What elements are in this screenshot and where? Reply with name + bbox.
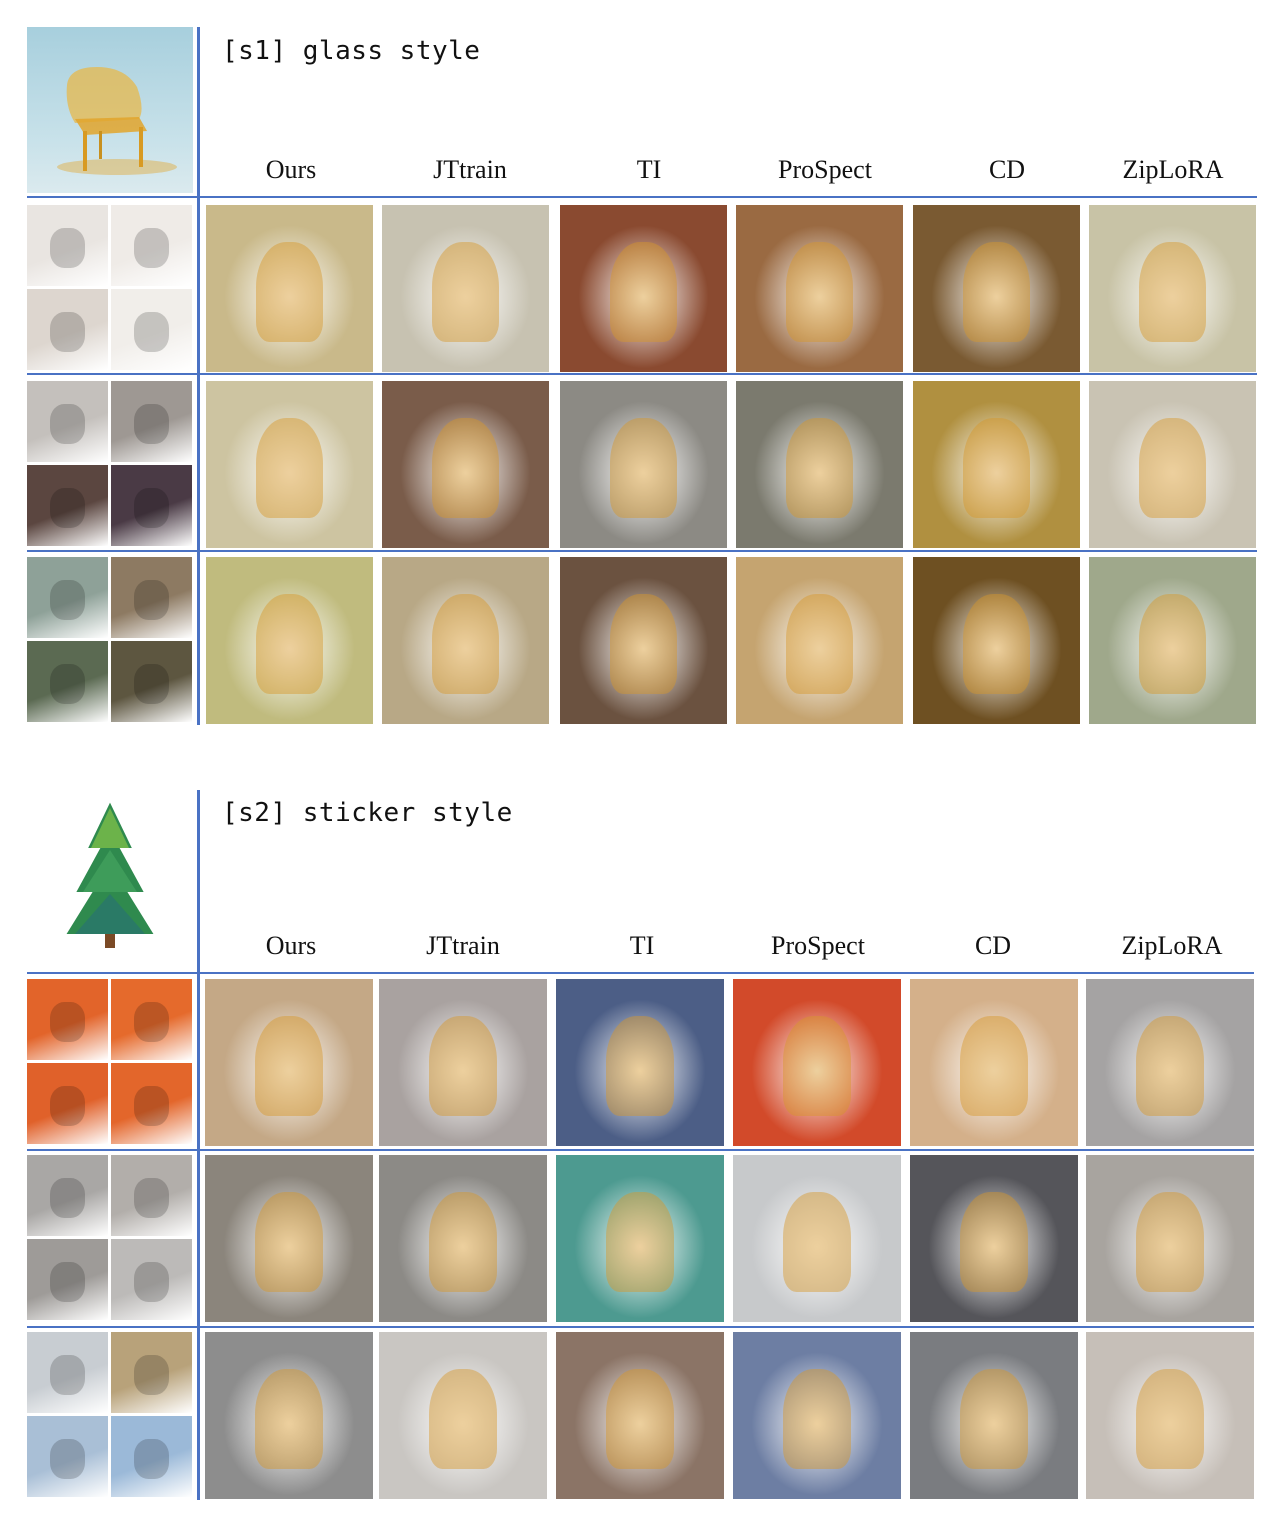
- result-image-jttrain-vase: [382, 205, 549, 372]
- reference-image-taj-mahal: [27, 1332, 108, 1413]
- reference-image-vase: [111, 289, 192, 370]
- reference-image-teddy-bear: [27, 641, 108, 722]
- reference-image-corgi: [27, 1063, 108, 1144]
- reference-image-corgi: [111, 1063, 192, 1144]
- result-image-ti-corgi: [556, 979, 724, 1146]
- result-image-ours-vase: [206, 205, 373, 372]
- reference-image-teddy-bear: [111, 641, 192, 722]
- result-image-ti-taj-mahal: [556, 1332, 724, 1499]
- result-image-ziplora-teapot: [1089, 381, 1256, 548]
- reference-image-teapot: [111, 381, 192, 462]
- column-header-ours: Ours: [265, 931, 317, 960]
- column-header-cd: CD: [988, 155, 1026, 184]
- result-image-ours-teddy-bear: [206, 557, 373, 724]
- column-header-prospect: ProSpect: [778, 155, 872, 184]
- reference-image-kitten: [111, 1155, 192, 1236]
- style-title: [s1] glass style: [222, 36, 481, 66]
- column-header-ziplora: ZipLoRA: [1122, 155, 1224, 184]
- result-image-ours-kitten: [205, 1155, 373, 1322]
- column-header-ziplora: ZipLoRA: [1121, 931, 1223, 960]
- row-divider: [27, 1326, 1254, 1328]
- reference-image-kitten: [27, 1239, 108, 1320]
- reference-image-vase: [111, 205, 192, 286]
- result-image-ziplora-kitten: [1086, 1155, 1254, 1322]
- result-image-prospect-taj-mahal: [733, 1332, 901, 1499]
- reference-image-corgi: [27, 979, 108, 1060]
- result-image-ziplora-taj-mahal: [1086, 1332, 1254, 1499]
- reference-image-kitten: [27, 1155, 108, 1236]
- vertical-divider: [197, 790, 200, 1500]
- reference-image-teddy-bear: [111, 557, 192, 638]
- reference-image-teapot: [111, 465, 192, 546]
- result-image-cd-taj-mahal: [910, 1332, 1078, 1499]
- result-image-cd-teddy-bear: [913, 557, 1080, 724]
- style-reference-image: [27, 27, 193, 193]
- result-image-ti-kitten: [556, 1155, 724, 1322]
- reference-image-vase: [27, 205, 108, 286]
- style-reference-image: [27, 790, 193, 956]
- result-image-ti-teapot: [560, 381, 727, 548]
- result-image-prospect-vase: [736, 205, 903, 372]
- result-image-cd-corgi: [910, 979, 1078, 1146]
- reference-image-corgi: [111, 979, 192, 1060]
- result-image-ti-vase: [560, 205, 727, 372]
- row-divider: [27, 972, 1254, 974]
- row-divider: [27, 196, 1257, 198]
- style-title: [s2] sticker style: [222, 798, 513, 828]
- column-header-ti: TI: [629, 931, 655, 960]
- result-image-cd-vase: [913, 205, 1080, 372]
- result-image-jttrain-teddy-bear: [382, 557, 549, 724]
- reference-image-vase: [27, 289, 108, 370]
- result-image-jttrain-corgi: [379, 979, 547, 1146]
- result-image-prospect-corgi: [733, 979, 901, 1146]
- row-divider: [27, 550, 1257, 552]
- result-image-cd-kitten: [910, 1155, 1078, 1322]
- result-image-ours-taj-mahal: [205, 1332, 373, 1499]
- result-image-cd-teapot: [913, 381, 1080, 548]
- result-image-prospect-teddy-bear: [736, 557, 903, 724]
- reference-image-taj-mahal: [111, 1332, 192, 1413]
- reference-image-taj-mahal: [111, 1416, 192, 1497]
- result-image-ours-teapot: [206, 381, 373, 548]
- reference-image-teddy-bear: [27, 557, 108, 638]
- result-image-prospect-teapot: [736, 381, 903, 548]
- result-image-jttrain-teapot: [382, 381, 549, 548]
- reference-image-kitten: [111, 1239, 192, 1320]
- result-image-ziplora-corgi: [1086, 979, 1254, 1146]
- row-divider: [27, 373, 1257, 375]
- result-image-jttrain-taj-mahal: [379, 1332, 547, 1499]
- reference-image-teapot: [27, 465, 108, 546]
- column-header-cd: CD: [974, 931, 1012, 960]
- column-header-prospect: ProSpect: [771, 931, 865, 960]
- reference-image-teapot: [27, 381, 108, 462]
- result-image-ziplora-teddy-bear: [1089, 557, 1256, 724]
- column-header-jttrain: JTtrain: [426, 931, 500, 960]
- column-header-jttrain: JTtrain: [433, 155, 507, 184]
- result-image-ziplora-vase: [1089, 205, 1256, 372]
- result-image-ti-teddy-bear: [560, 557, 727, 724]
- column-header-ours: Ours: [265, 155, 317, 184]
- result-image-prospect-kitten: [733, 1155, 901, 1322]
- column-header-ti: TI: [636, 155, 662, 184]
- vertical-divider: [197, 27, 200, 725]
- result-image-ours-corgi: [205, 979, 373, 1146]
- reference-image-taj-mahal: [27, 1416, 108, 1497]
- result-image-jttrain-kitten: [379, 1155, 547, 1322]
- row-divider: [27, 1149, 1254, 1151]
